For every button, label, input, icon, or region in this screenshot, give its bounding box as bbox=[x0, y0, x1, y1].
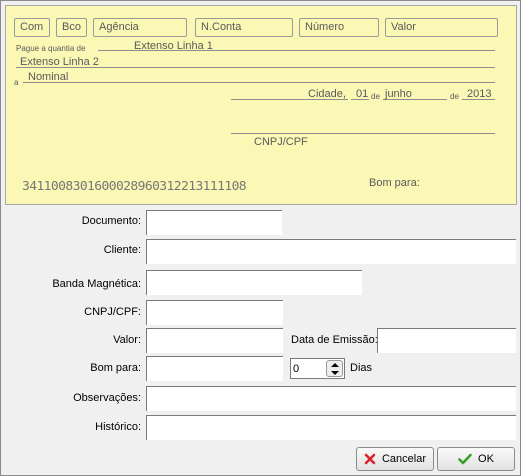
spin-up-icon[interactable] bbox=[327, 361, 342, 369]
banda-magnetica-label: Banda Magnética: bbox=[52, 278, 141, 290]
cheque-valor-box: Valor bbox=[385, 18, 498, 37]
cheque-bco-box: Bco bbox=[56, 18, 87, 37]
historico-input[interactable] bbox=[146, 415, 516, 440]
data-emissao-input[interactable] bbox=[377, 328, 516, 353]
valor-label: Valor: bbox=[113, 334, 141, 346]
assinatura-line bbox=[231, 133, 495, 134]
observacoes-input[interactable] bbox=[146, 386, 516, 411]
bom-para-input[interactable] bbox=[146, 356, 283, 381]
a-label: a bbox=[14, 78, 19, 87]
cnpj-cpf-label: CNPJ/CPF: bbox=[84, 306, 141, 318]
cancel-button[interactable]: Cancelar bbox=[356, 447, 434, 471]
ok-button-label: OK bbox=[478, 453, 494, 465]
micr-code: 3411008301600028960312213111108 bbox=[22, 179, 247, 194]
cheque-agencia-box: Agência bbox=[93, 18, 187, 37]
documento-label: Documento: bbox=[81, 215, 141, 227]
cidade: Cidade, bbox=[308, 88, 346, 100]
ok-button[interactable]: OK bbox=[437, 447, 515, 471]
extenso-1: Extenso Linha 1 bbox=[134, 40, 213, 52]
historico-label: Histórico: bbox=[95, 421, 141, 433]
cliente-input[interactable] bbox=[146, 239, 516, 264]
de-label-2: de bbox=[450, 92, 459, 101]
cheque-com-box: Com bbox=[14, 18, 50, 37]
check-icon bbox=[458, 453, 472, 465]
cnpj-cpf-input[interactable] bbox=[146, 300, 283, 325]
dias-spinner-buttons[interactable] bbox=[326, 360, 343, 377]
cheque-nconta-box: N.Conta bbox=[195, 18, 293, 37]
cnpj-cpf-cheque: CNPJ/CPF bbox=[254, 136, 308, 148]
de-label-1: de bbox=[371, 92, 380, 101]
data-emissao-label: Data de Emissão: bbox=[291, 334, 378, 346]
valor-input[interactable] bbox=[146, 328, 283, 353]
dias-label: Dias bbox=[350, 362, 373, 374]
close-icon bbox=[364, 453, 376, 465]
cheque-dialog: Com Bco Agência N.Conta Número Valor Pag… bbox=[0, 0, 521, 476]
bom-para-label: Bom para: bbox=[90, 362, 141, 374]
dia: 01 bbox=[356, 88, 369, 100]
banda-magnetica-input[interactable] bbox=[146, 270, 362, 295]
pague-label: Pague a quantia de bbox=[16, 44, 86, 53]
cancel-button-label: Cancelar bbox=[381, 453, 427, 465]
cheque-preview: Com Bco Agência N.Conta Número Valor Pag… bbox=[5, 5, 517, 205]
nominal: Nominal bbox=[28, 71, 69, 83]
cliente-label: Cliente: bbox=[103, 244, 141, 256]
observacoes-label: Observações: bbox=[73, 392, 141, 404]
cheque-numero-box: Número bbox=[299, 18, 379, 37]
mes: junho bbox=[385, 88, 412, 100]
dias-spinner[interactable] bbox=[290, 358, 345, 379]
documento-input[interactable] bbox=[146, 210, 282, 235]
extenso-2: Extenso Linha 2 bbox=[20, 56, 99, 68]
dias-input[interactable] bbox=[293, 361, 323, 376]
ano: 2013 bbox=[467, 88, 492, 100]
bom-para-cheque: Bom para: bbox=[369, 177, 420, 189]
nominal-line bbox=[23, 82, 495, 83]
spin-down-icon[interactable] bbox=[327, 369, 342, 377]
